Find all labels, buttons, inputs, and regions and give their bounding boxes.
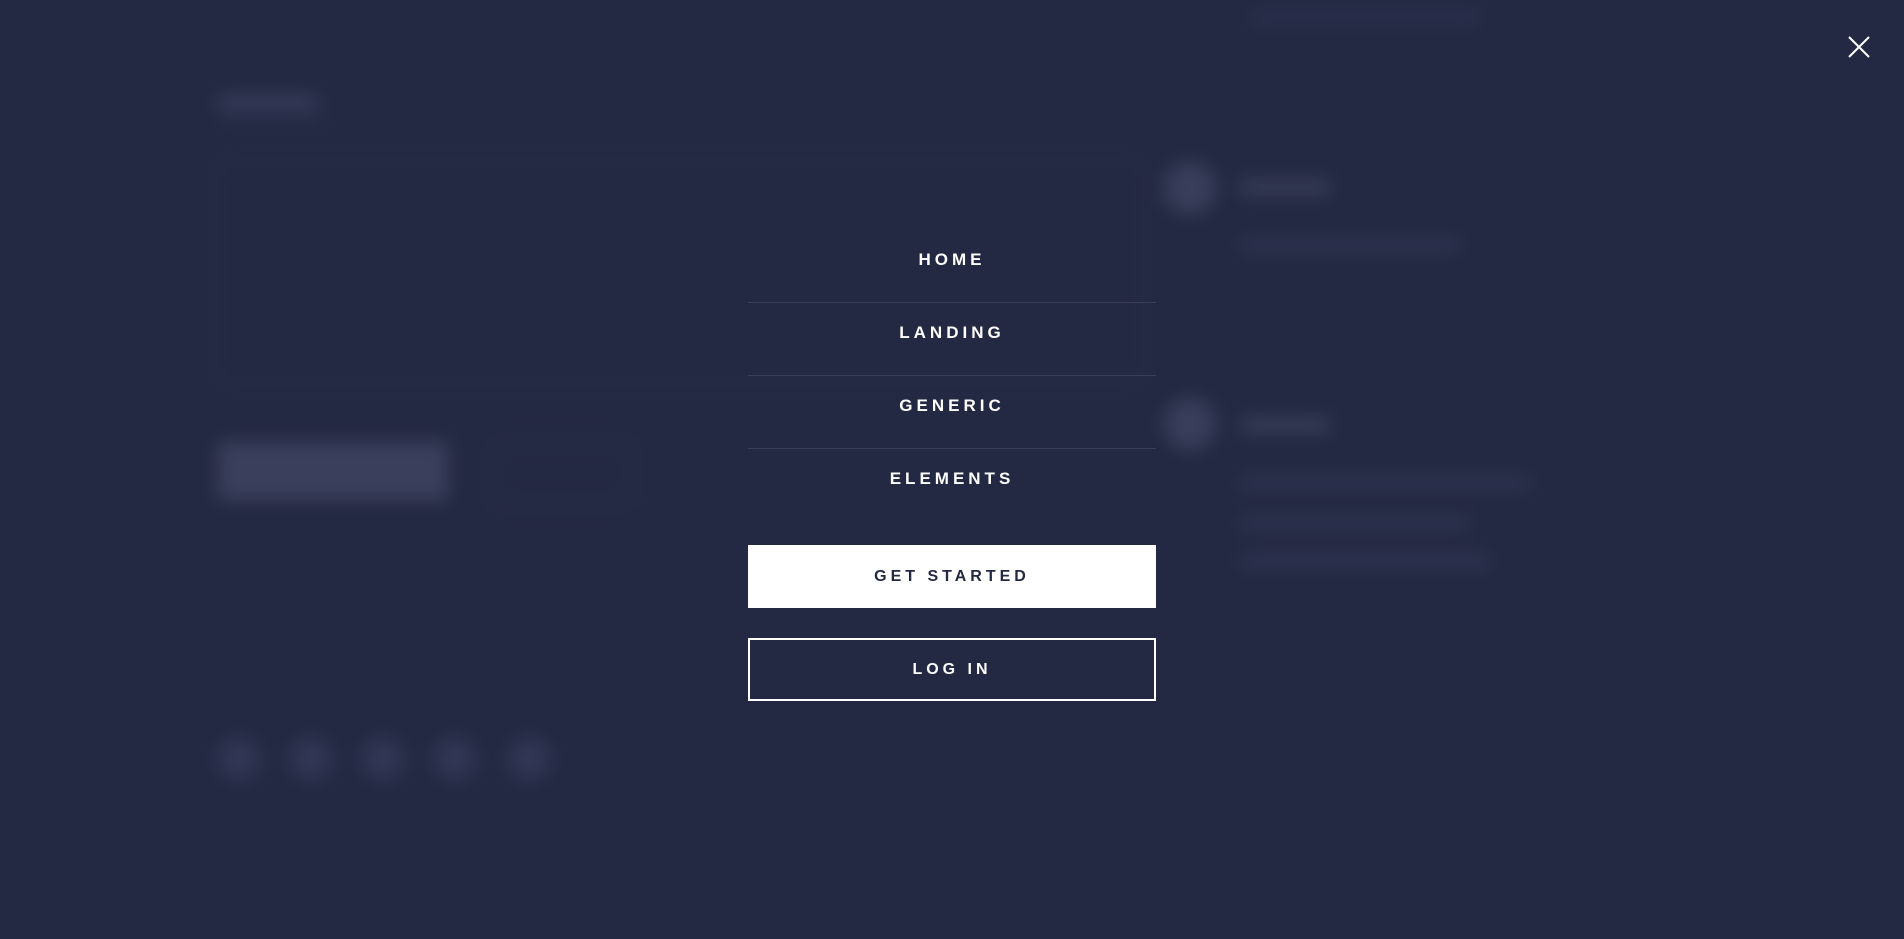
menu-actions: GET STARTED LOG IN — [748, 545, 1156, 701]
main-menu: HOME LANDING GENERIC ELEMENTS GET STARTE… — [748, 230, 1156, 701]
page: HOME LANDING GENERIC ELEMENTS GET STARTE… — [0, 0, 1904, 939]
menu-link-landing[interactable]: LANDING — [748, 302, 1156, 375]
menu-link-home[interactable]: HOME — [748, 230, 1156, 302]
menu-link-elements[interactable]: ELEMENTS — [748, 448, 1156, 521]
menu-links: HOME LANDING GENERIC ELEMENTS — [748, 230, 1156, 521]
close-menu-button[interactable] — [1840, 28, 1878, 66]
menu-link-generic[interactable]: GENERIC — [748, 375, 1156, 448]
menu-item: ELEMENTS — [748, 448, 1156, 521]
log-in-button[interactable]: LOG IN — [748, 638, 1156, 701]
menu-item: GENERIC — [748, 375, 1156, 448]
get-started-button[interactable]: GET STARTED — [748, 545, 1156, 608]
menu-item: HOME — [748, 230, 1156, 302]
menu-overlay: HOME LANDING GENERIC ELEMENTS GET STARTE… — [0, 0, 1904, 939]
menu-item: LANDING — [748, 302, 1156, 375]
close-icon — [1848, 36, 1870, 58]
